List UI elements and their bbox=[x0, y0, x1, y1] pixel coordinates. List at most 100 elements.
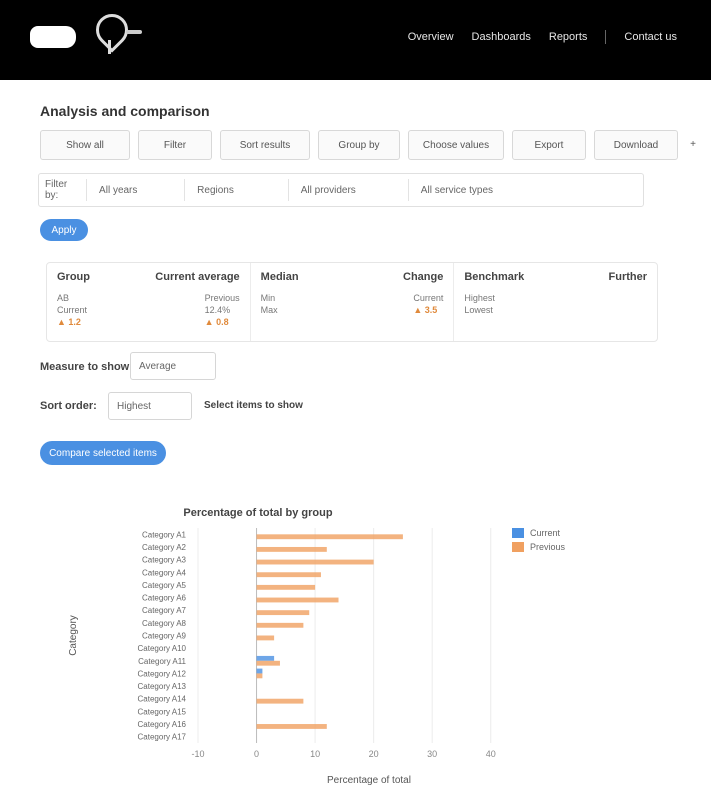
card-value: Lowest bbox=[464, 305, 493, 315]
card-heading: Median bbox=[260, 271, 299, 283]
y-tick-label: Category A12 bbox=[138, 669, 187, 678]
tool-download[interactable]: Download bbox=[594, 130, 678, 160]
nav-reports[interactable]: Reports bbox=[549, 30, 588, 44]
bar-chart: Percentage of total by group -10 0 10 20 30 40… bbox=[68, 507, 566, 786]
bar bbox=[256, 635, 275, 641]
filter-service-types[interactable]: All service types bbox=[407, 179, 643, 201]
card-heading-right: Change bbox=[403, 271, 444, 283]
nav-contact[interactable]: Contact us bbox=[605, 30, 677, 44]
measure-select-value: Average bbox=[139, 360, 177, 372]
bar bbox=[256, 660, 280, 666]
card-value: Current bbox=[57, 305, 88, 315]
show-items-label[interactable]: Select items to show bbox=[204, 400, 303, 411]
sort-label: Sort order: bbox=[40, 400, 97, 412]
bar bbox=[256, 559, 374, 565]
card-value: Min bbox=[260, 293, 276, 303]
tool-show-all[interactable]: Show all bbox=[40, 130, 130, 160]
filter-label: Filter by: bbox=[45, 179, 68, 201]
bar bbox=[256, 673, 263, 679]
y-tick-label: Category A8 bbox=[142, 619, 187, 628]
section-title: Analysis and comparison bbox=[40, 103, 210, 119]
summary-cards: Group Current average AB Current ▲ 1.2 P… bbox=[46, 262, 658, 342]
card-delta: ▲ 0.8 bbox=[204, 317, 229, 327]
bar bbox=[256, 546, 327, 552]
nav-dashboards[interactable]: Dashboards bbox=[472, 30, 531, 44]
x-tick-label: 30 bbox=[427, 749, 437, 759]
card-value: Max bbox=[260, 305, 278, 315]
y-tick-label: Category A7 bbox=[142, 606, 187, 615]
tool-choose-values[interactable]: Choose values bbox=[408, 130, 504, 160]
card-heading-right: Further bbox=[608, 271, 648, 283]
logo[interactable] bbox=[30, 26, 76, 48]
legend-swatch bbox=[512, 542, 524, 552]
y-axis-label: Category bbox=[68, 615, 79, 656]
bar bbox=[256, 572, 321, 578]
bar bbox=[256, 534, 403, 540]
bar bbox=[256, 655, 275, 661]
filter-bar: Filter by: All years Regions All provide… bbox=[38, 173, 644, 207]
filter-years[interactable]: All years bbox=[86, 179, 184, 201]
card-delta: ▲ 1.2 bbox=[57, 317, 81, 327]
main-nav: Overview Dashboards Reports Contact us bbox=[408, 30, 677, 44]
bar bbox=[256, 724, 327, 729]
tool-export[interactable]: Export bbox=[512, 130, 586, 160]
legend-label: Current bbox=[530, 528, 561, 538]
card-heading: Benchmark bbox=[464, 271, 525, 283]
compare-button[interactable]: Compare selected items bbox=[40, 441, 166, 465]
tool-filter[interactable]: Filter bbox=[138, 130, 212, 160]
card-delta: ▲ 3.5 bbox=[413, 305, 438, 315]
y-tick-label: Category A4 bbox=[142, 568, 187, 577]
y-tick-label: Category A14 bbox=[138, 695, 187, 704]
x-tick-label: 20 bbox=[369, 749, 379, 759]
apply-button[interactable]: Apply bbox=[40, 219, 88, 241]
y-tick-label: Category A10 bbox=[138, 644, 187, 653]
card-heading: Group bbox=[57, 271, 90, 283]
map-pin-wing bbox=[126, 30, 142, 34]
y-tick-label: Category A2 bbox=[142, 543, 187, 552]
card-value: Current bbox=[413, 293, 444, 303]
toolbar: Show all Filter Sort results Group by Ch… bbox=[40, 130, 700, 160]
card-value: Highest bbox=[464, 293, 495, 303]
y-tick-label: Category A1 bbox=[142, 530, 187, 539]
chart-title: Percentage of total by group bbox=[183, 507, 332, 519]
sort-select[interactable]: Highest bbox=[108, 392, 192, 420]
tool-group-by[interactable]: Group by bbox=[318, 130, 400, 160]
sort-select-value: Highest bbox=[117, 400, 151, 412]
summary-card: Median Change Min Max Current ▲ 3.5 bbox=[251, 263, 455, 341]
bar bbox=[256, 698, 304, 704]
top-bar: Overview Dashboards Reports Contact us bbox=[0, 0, 711, 80]
x-tick-label: -10 bbox=[191, 749, 204, 759]
y-tick-label: Category A5 bbox=[142, 581, 187, 590]
summary-card: Group Current average AB Current ▲ 1.2 P… bbox=[47, 263, 251, 341]
y-tick-label: Category A9 bbox=[142, 632, 187, 641]
y-tick-label: Category A16 bbox=[138, 720, 187, 729]
x-tick-label: 40 bbox=[486, 749, 496, 759]
y-tick-label: Category A15 bbox=[138, 707, 187, 716]
bar bbox=[256, 584, 316, 590]
legend-label: Previous bbox=[530, 542, 566, 552]
filter-regions[interactable]: Regions bbox=[184, 179, 288, 201]
card-value: Previous bbox=[204, 293, 240, 303]
y-tick-label: Category A6 bbox=[142, 594, 187, 603]
card-heading-right: Current average bbox=[155, 271, 240, 283]
y-tick-label: Category A13 bbox=[138, 682, 187, 691]
tool-sort[interactable]: Sort results bbox=[220, 130, 310, 160]
map-pin-stem bbox=[108, 40, 111, 54]
filter-providers[interactable]: All providers bbox=[287, 179, 408, 201]
card-value: AB bbox=[57, 293, 70, 303]
tool-more[interactable]: + bbox=[686, 130, 700, 158]
y-tick-label: Category A11 bbox=[138, 657, 186, 666]
measure-label: Measure to show: bbox=[40, 361, 133, 373]
measure-select[interactable]: Average bbox=[130, 352, 216, 380]
x-tick-label: 10 bbox=[310, 749, 320, 759]
card-value: 12.4% bbox=[204, 305, 231, 315]
bar bbox=[256, 610, 310, 616]
summary-card: Benchmark Further Highest Lowest bbox=[454, 263, 657, 341]
x-axis-label: Percentage of total bbox=[327, 775, 411, 786]
bar bbox=[256, 668, 263, 674]
legend-swatch bbox=[512, 528, 524, 538]
bar bbox=[256, 597, 339, 603]
y-tick-label: Category A3 bbox=[142, 556, 187, 565]
x-tick-label: 0 bbox=[254, 749, 259, 759]
nav-overview[interactable]: Overview bbox=[408, 30, 454, 44]
